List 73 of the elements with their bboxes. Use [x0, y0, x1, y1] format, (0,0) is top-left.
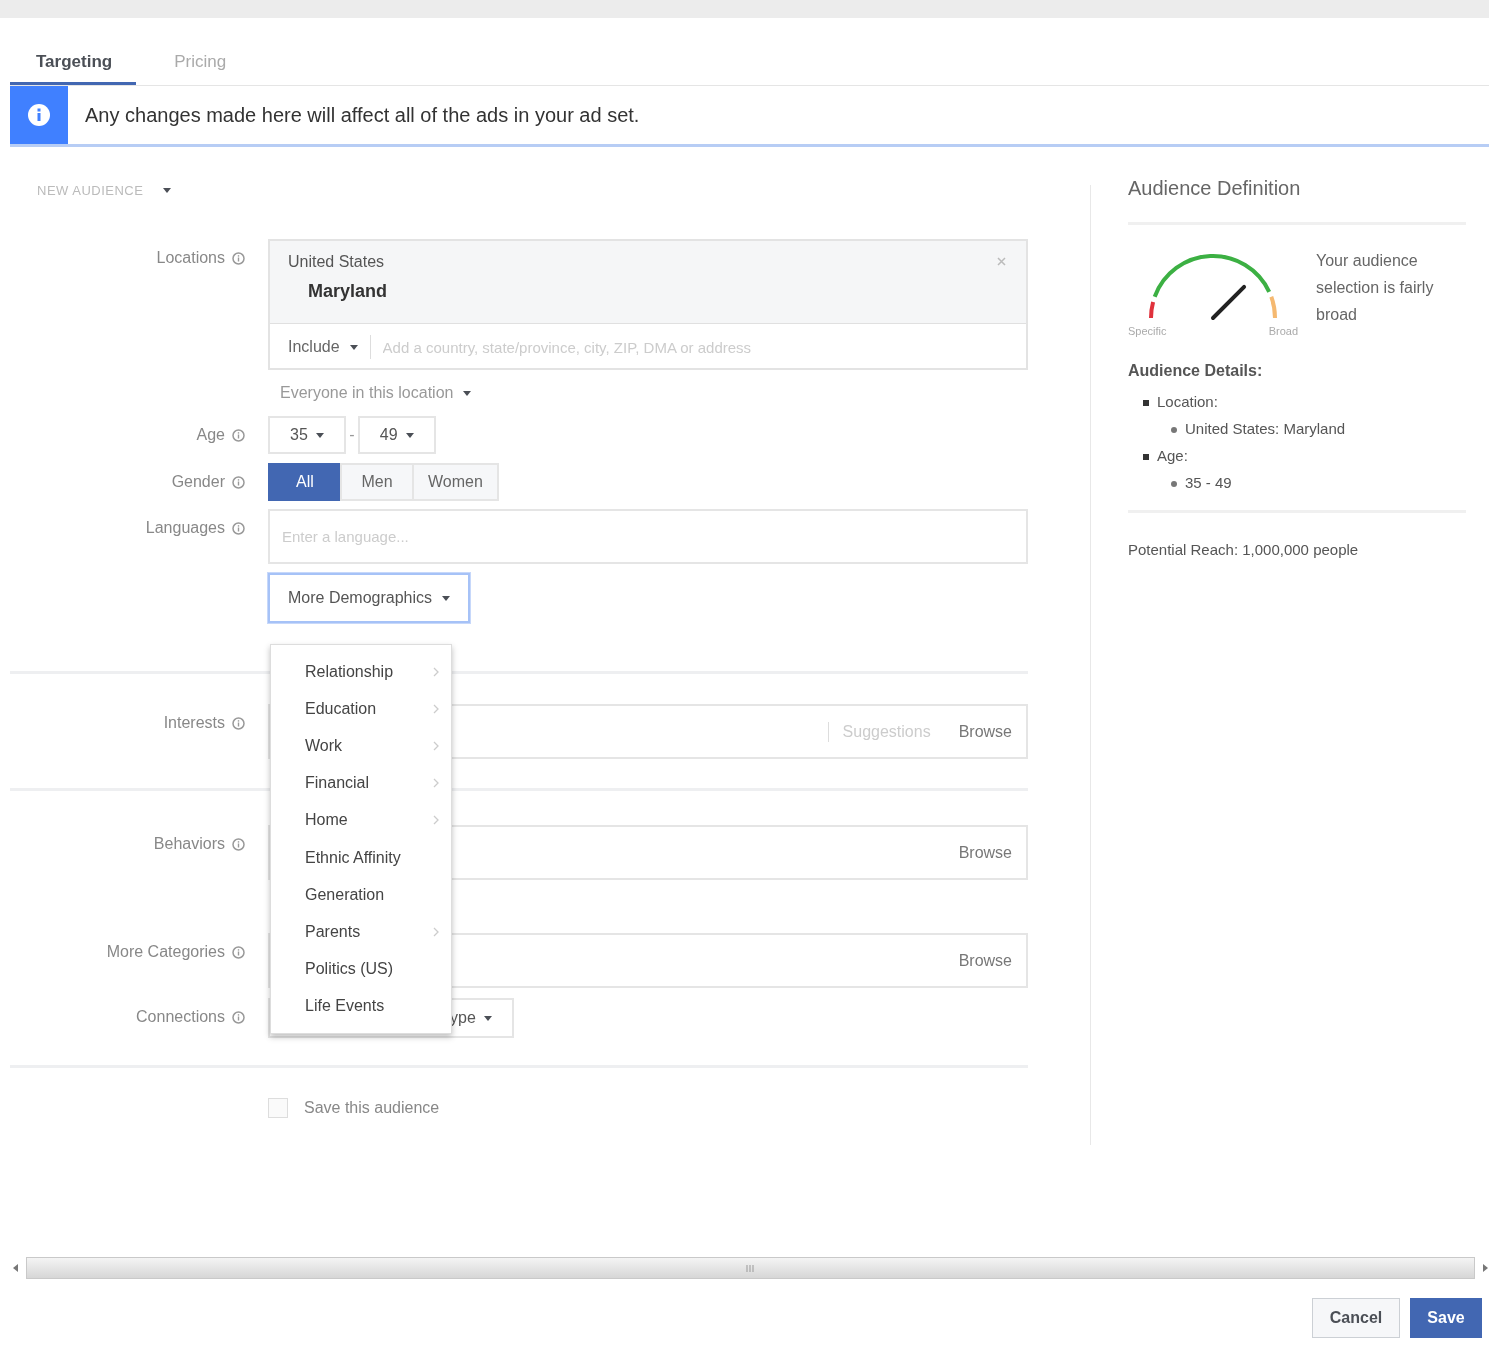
- include-dropdown[interactable]: Include: [288, 335, 371, 359]
- close-icon[interactable]: [997, 257, 1006, 266]
- caret-icon: [483, 1015, 492, 1021]
- panel-title: Audience Definition: [1128, 177, 1302, 200]
- bullet-icon: [1143, 400, 1149, 407]
- caret-icon: [315, 432, 324, 438]
- field-label: Behaviors: [153, 835, 225, 853]
- checkbox[interactable]: [268, 1098, 288, 1118]
- field-label: More Categories: [106, 943, 225, 961]
- info-icon: [27, 103, 51, 127]
- info-icon: [232, 945, 245, 959]
- caret-icon: [442, 595, 451, 601]
- scroll-left-icon[interactable]: [12, 1264, 20, 1272]
- range-separator: -: [348, 426, 356, 444]
- browse-link[interactable]: Browse: [944, 951, 1026, 970]
- caret-icon: [163, 187, 172, 193]
- gender-option[interactable]: Women: [412, 463, 499, 501]
- field-label: Age: [196, 426, 225, 444]
- save-button[interactable]: Save: [1410, 1298, 1482, 1338]
- chevron-icon: [433, 666, 439, 677]
- chevron-icon: [433, 926, 439, 937]
- menu-item[interactable]: Politics (US): [271, 950, 451, 988]
- audience-summary: Your audience selection is fairly broad: [1316, 251, 1435, 325]
- scroll-right-icon[interactable]: [1481, 1264, 1489, 1272]
- grip-icon: [745, 1264, 756, 1272]
- field-label: Languages: [145, 519, 225, 537]
- field-label: Connections: [136, 1008, 225, 1026]
- more-demographics-dropdown[interactable]: More Demographics: [268, 573, 471, 623]
- info-icon: [232, 251, 245, 265]
- horizontal-scrollbar[interactable]: [26, 1257, 1475, 1279]
- chevron-icon: [433, 778, 439, 789]
- gauge-segment: [1149, 301, 1156, 319]
- info-icon: [232, 475, 245, 489]
- bullet-icon: [1143, 454, 1149, 461]
- chevron-icon: [433, 815, 439, 826]
- caret-icon: [463, 390, 472, 396]
- field-label: Locations: [156, 249, 225, 267]
- browse-link[interactable]: Browse: [944, 843, 1026, 862]
- field-label: Gender: [171, 473, 225, 491]
- caret-icon: [405, 432, 414, 438]
- menu-item[interactable]: Life Events: [271, 987, 451, 1025]
- potential-reach: Potential Reach: 1,000,000 people: [1128, 541, 1360, 558]
- menu-item[interactable]: Financial: [271, 764, 451, 802]
- chevron-icon: [433, 703, 439, 714]
- gender-option[interactable]: All: [268, 463, 342, 501]
- detail-text: Age:: [1157, 447, 1188, 464]
- field-label: Interests: [163, 714, 225, 732]
- detail-text: 35 - 49: [1185, 474, 1232, 491]
- info-icon: [232, 1010, 245, 1024]
- cancel-button[interactable]: Cancel: [1312, 1298, 1400, 1338]
- bullet-icon: [1171, 481, 1177, 488]
- detail-text: United States: Maryland: [1185, 420, 1346, 437]
- gauge-label: Specific: [1128, 325, 1167, 337]
- details-heading: Audience Details:: [1128, 362, 1264, 380]
- caret-icon: [349, 344, 358, 350]
- gauge-label: Broad: [1268, 325, 1298, 337]
- detail-text: Location:: [1157, 393, 1218, 410]
- banner-text: Any changes made here will affect all of the ads in your ad set.: [85, 103, 640, 127]
- info-icon: [232, 428, 245, 442]
- chevron-icon: [433, 740, 439, 751]
- location-name: Maryland: [308, 281, 388, 302]
- age-max-dropdown[interactable]: 49: [357, 416, 436, 454]
- info-icon: [232, 521, 245, 535]
- gender-option[interactable]: Men: [340, 463, 414, 501]
- checkbox-label: Save this audience: [304, 1099, 440, 1117]
- age-min-dropdown[interactable]: 35: [268, 416, 346, 454]
- bullet-icon: [1171, 427, 1177, 434]
- info-icon: [232, 837, 245, 851]
- menu-item[interactable]: Ethnic Affinity: [271, 838, 451, 877]
- info-icon: [232, 716, 245, 730]
- location-country: United States: [288, 253, 385, 271]
- browse-link[interactable]: Browse: [944, 722, 1026, 741]
- menu-item[interactable]: Relationship: [271, 653, 451, 691]
